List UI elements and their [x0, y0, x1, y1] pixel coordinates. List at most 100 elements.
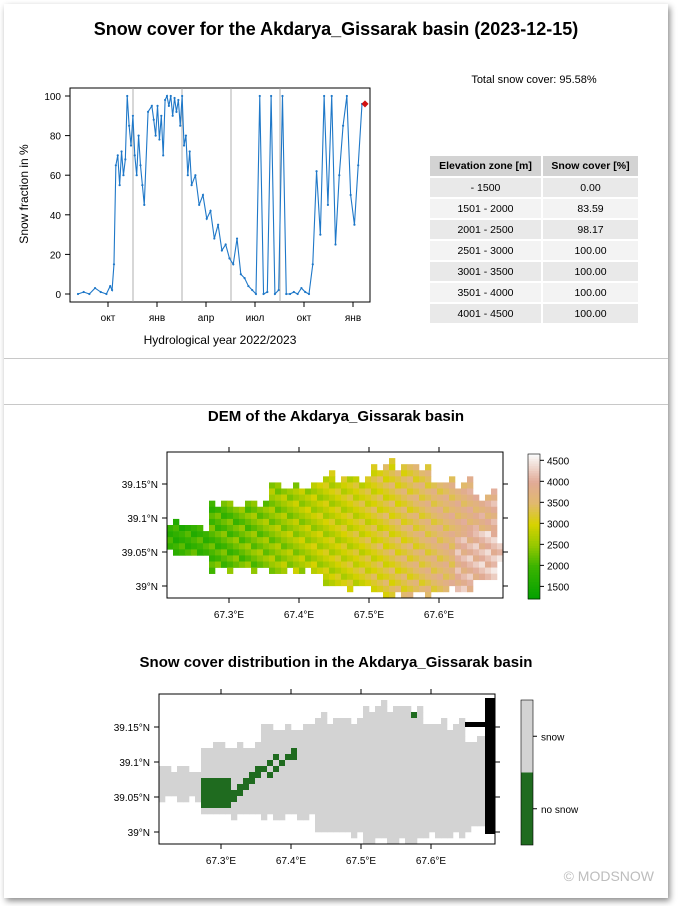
snow-cell [357, 736, 364, 743]
snow-cell [165, 766, 172, 773]
dem-cell [365, 525, 372, 532]
snow-cell [339, 724, 346, 731]
dem-cell [173, 537, 180, 544]
snow-cell [441, 802, 448, 809]
snow-cell [231, 814, 238, 821]
snow-cell [381, 730, 388, 737]
dem-cell [215, 531, 222, 538]
snow-cell [405, 718, 412, 725]
colorbar-segment [528, 560, 540, 564]
dem-cell [449, 525, 456, 532]
dem-cell [269, 518, 276, 526]
snow-cell [411, 742, 418, 749]
table-row: 2501 - 3000 100.00 [430, 239, 638, 261]
snow-cell [411, 718, 418, 725]
dem-cell [311, 537, 318, 544]
dem-cell [317, 561, 324, 568]
table-cell: 98.17 [541, 218, 638, 240]
snow-cell [459, 802, 466, 809]
snow-cell [297, 748, 304, 755]
dem-cell [383, 476, 390, 483]
snow-cell [441, 754, 448, 761]
data-point [243, 277, 246, 280]
dem-cell [215, 555, 222, 562]
colorbar-segment [528, 495, 540, 498]
data-point [307, 292, 311, 296]
dem-cell [491, 506, 498, 514]
dem-cell [233, 543, 240, 550]
snow-cell [429, 772, 436, 779]
dem-cell [425, 482, 432, 489]
snow-cell [387, 826, 394, 833]
snow-cell [357, 820, 364, 827]
snow-cell [339, 766, 346, 773]
snow-cell [285, 808, 292, 815]
dem-cell [455, 555, 462, 562]
snow-cell [315, 814, 322, 821]
snow-cell [339, 790, 346, 797]
data-point [247, 284, 250, 288]
dem-cell [425, 500, 432, 508]
dem-cell [455, 543, 462, 550]
dem-cell [347, 531, 354, 538]
dem-cell [281, 500, 288, 508]
colorbar-segment [528, 458, 540, 462]
colorbar-segment [528, 478, 540, 481]
snow-cell [249, 790, 256, 797]
snow-cell [375, 724, 382, 731]
snow-cell [417, 712, 424, 719]
colorbar-tick-label: 2000 [547, 561, 570, 572]
snow-cell [255, 808, 262, 815]
snow-cell [297, 778, 304, 785]
snow-cell [405, 730, 412, 737]
snow-cell [231, 766, 238, 773]
dem-cell [359, 567, 366, 574]
snow-cell [441, 790, 448, 797]
dem-cell [323, 512, 330, 520]
dem-cell [401, 482, 408, 489]
dem-cell [401, 494, 408, 501]
dem-cell [485, 537, 492, 544]
snow-cell [321, 766, 328, 773]
colorbar-segment [528, 483, 540, 486]
snow-cell [477, 808, 484, 815]
dem-cell [269, 537, 276, 544]
colorbar-segment [528, 582, 540, 585]
dem-cell [281, 549, 288, 556]
snow-cell [279, 742, 286, 749]
dem-cell [323, 506, 330, 514]
dem-cell [479, 555, 486, 562]
dem-cell [347, 494, 354, 501]
dem-cell [395, 567, 402, 574]
dem-cell [413, 543, 420, 550]
snow-cell [297, 814, 304, 821]
snow-cover-map: 67.3°E 67.4°E 67.5°E 67.6°E39.15°N39.1°N39.… [114, 689, 579, 867]
dem-cell [443, 549, 450, 556]
snow-cell [459, 742, 466, 749]
snow-cell [453, 748, 460, 755]
snow-cell [285, 724, 292, 731]
dem-cell [395, 555, 402, 562]
dem-cell [449, 549, 456, 556]
snow-cell [459, 766, 466, 773]
dem-cell [383, 531, 390, 538]
snow-cell [189, 790, 196, 797]
snow-cell [159, 796, 166, 803]
snow-cell [387, 730, 394, 737]
snow-cell [471, 820, 478, 827]
dem-cell [317, 525, 324, 532]
colorbar-segment [528, 497, 540, 501]
snow-cell [321, 772, 328, 779]
snow-cell [429, 820, 436, 827]
dem-cell [335, 549, 342, 556]
snow-cell [387, 778, 394, 785]
snow-cell [447, 790, 454, 797]
dem-cell [467, 500, 474, 508]
dem-cell [413, 573, 420, 581]
snow-cell [411, 820, 418, 827]
snow-cell [177, 796, 184, 803]
data-point [118, 184, 121, 187]
snow-cell [207, 760, 214, 767]
dem-cell [353, 537, 360, 544]
dem-cell [449, 579, 456, 587]
